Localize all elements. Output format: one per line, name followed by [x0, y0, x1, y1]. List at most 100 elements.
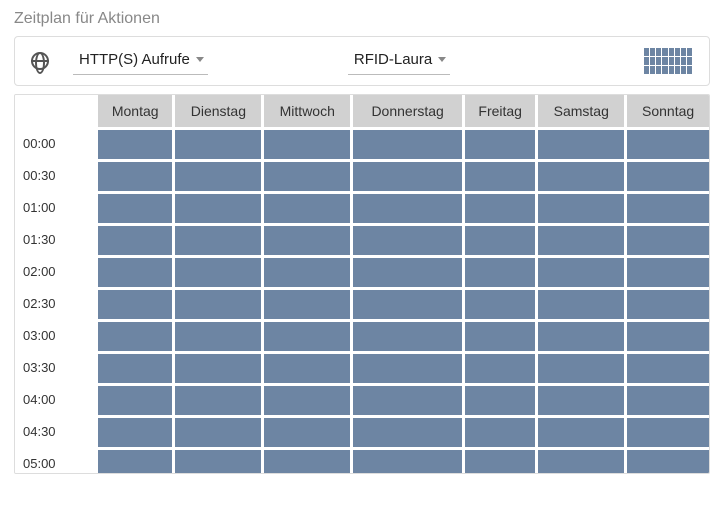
schedule-row: 03:30	[15, 351, 709, 383]
schedule-slot[interactable]	[624, 223, 709, 255]
schedule-slot[interactable]	[172, 351, 261, 383]
schedule-slot[interactable]	[95, 191, 172, 223]
schedule-slot[interactable]	[172, 319, 261, 351]
schedule-slot[interactable]	[535, 447, 624, 474]
schedule-slot[interactable]	[261, 287, 350, 319]
schedule-row: 02:00	[15, 255, 709, 287]
schedule-slot[interactable]	[535, 127, 624, 159]
schedule-slot[interactable]	[624, 415, 709, 447]
schedule-slot[interactable]	[462, 383, 535, 415]
schedule-slot[interactable]	[172, 127, 261, 159]
schedule-slot[interactable]	[172, 287, 261, 319]
schedule-slot[interactable]	[350, 191, 462, 223]
schedule-slot[interactable]	[462, 287, 535, 319]
schedule-slot[interactable]	[172, 223, 261, 255]
schedule-slot[interactable]	[261, 159, 350, 191]
schedule-slot[interactable]	[95, 223, 172, 255]
schedule-slot[interactable]	[350, 415, 462, 447]
day-header: Montag	[95, 95, 172, 127]
schedule-slot[interactable]	[462, 415, 535, 447]
schedule-slot[interactable]	[172, 383, 261, 415]
schedule-slot[interactable]	[350, 223, 462, 255]
schedule-slot[interactable]	[535, 351, 624, 383]
schedule-row: 04:00	[15, 383, 709, 415]
schedule-slot[interactable]	[261, 255, 350, 287]
schedule-slot[interactable]	[95, 159, 172, 191]
schedule-row: 04:30	[15, 415, 709, 447]
schedule-slot[interactable]	[95, 351, 172, 383]
schedule-slot[interactable]	[462, 319, 535, 351]
schedule-slot[interactable]	[624, 447, 709, 474]
schedule-table: MontagDienstagMittwochDonnerstagFreitagS…	[15, 95, 709, 474]
schedule-slot[interactable]	[95, 127, 172, 159]
schedule-slot[interactable]	[462, 351, 535, 383]
schedule-slot[interactable]	[350, 447, 462, 474]
schedule-slot[interactable]	[535, 287, 624, 319]
schedule-row: 01:30	[15, 223, 709, 255]
schedule-slot[interactable]	[172, 191, 261, 223]
schedule-slot[interactable]	[535, 255, 624, 287]
schedule-slot[interactable]	[535, 415, 624, 447]
schedule-slot[interactable]	[624, 287, 709, 319]
schedule-slot[interactable]	[624, 351, 709, 383]
schedule-slot[interactable]	[172, 447, 261, 474]
fill-all-icon[interactable]	[643, 47, 693, 75]
schedule-slot[interactable]	[624, 127, 709, 159]
schedule-slot[interactable]	[261, 383, 350, 415]
schedule-slot[interactable]	[350, 383, 462, 415]
schedule-slot[interactable]	[261, 191, 350, 223]
time-label: 01:00	[15, 191, 95, 223]
time-label: 03:00	[15, 319, 95, 351]
schedule-slot[interactable]	[535, 159, 624, 191]
schedule-slot[interactable]	[535, 223, 624, 255]
schedule-scroll[interactable]: MontagDienstagMittwochDonnerstagFreitagS…	[14, 94, 710, 474]
schedule-slot[interactable]	[261, 319, 350, 351]
schedule-slot[interactable]	[535, 319, 624, 351]
schedule-slot[interactable]	[261, 447, 350, 474]
time-column-header	[15, 95, 95, 127]
time-label: 00:00	[15, 127, 95, 159]
time-label: 05:00	[15, 447, 95, 474]
schedule-slot[interactable]	[350, 351, 462, 383]
schedule-slot[interactable]	[261, 351, 350, 383]
schedule-slot[interactable]	[95, 415, 172, 447]
schedule-slot[interactable]	[350, 319, 462, 351]
schedule-slot[interactable]	[462, 127, 535, 159]
schedule-slot[interactable]	[261, 415, 350, 447]
day-header: Dienstag	[172, 95, 261, 127]
target-dropdown[interactable]: RFID-Laura	[348, 47, 450, 75]
day-header: Freitag	[462, 95, 535, 127]
day-header: Donnerstag	[350, 95, 462, 127]
day-header: Samstag	[535, 95, 624, 127]
schedule-slot[interactable]	[350, 255, 462, 287]
day-header: Mittwoch	[261, 95, 350, 127]
schedule-slot[interactable]	[624, 191, 709, 223]
schedule-slot[interactable]	[95, 287, 172, 319]
schedule-slot[interactable]	[172, 255, 261, 287]
schedule-slot[interactable]	[624, 383, 709, 415]
schedule-slot[interactable]	[95, 255, 172, 287]
schedule-slot[interactable]	[535, 191, 624, 223]
schedule-slot[interactable]	[462, 223, 535, 255]
schedule-slot[interactable]	[350, 159, 462, 191]
schedule-slot[interactable]	[95, 383, 172, 415]
schedule-slot[interactable]	[462, 159, 535, 191]
schedule-slot[interactable]	[261, 127, 350, 159]
schedule-slot[interactable]	[172, 159, 261, 191]
schedule-slot[interactable]	[462, 191, 535, 223]
schedule-slot[interactable]	[462, 255, 535, 287]
action-type-dropdown[interactable]: HTTP(S) Aufrufe	[73, 47, 208, 75]
schedule-slot[interactable]	[462, 447, 535, 474]
schedule-slot[interactable]	[624, 319, 709, 351]
schedule-slot[interactable]	[95, 447, 172, 474]
schedule-slot[interactable]	[624, 255, 709, 287]
schedule-slot[interactable]	[261, 223, 350, 255]
schedule-slot[interactable]	[624, 159, 709, 191]
time-label: 02:30	[15, 287, 95, 319]
schedule-slot[interactable]	[350, 127, 462, 159]
schedule-slot[interactable]	[350, 287, 462, 319]
schedule-slot[interactable]	[95, 319, 172, 351]
schedule-row: 05:00	[15, 447, 709, 474]
schedule-slot[interactable]	[172, 415, 261, 447]
schedule-slot[interactable]	[535, 383, 624, 415]
